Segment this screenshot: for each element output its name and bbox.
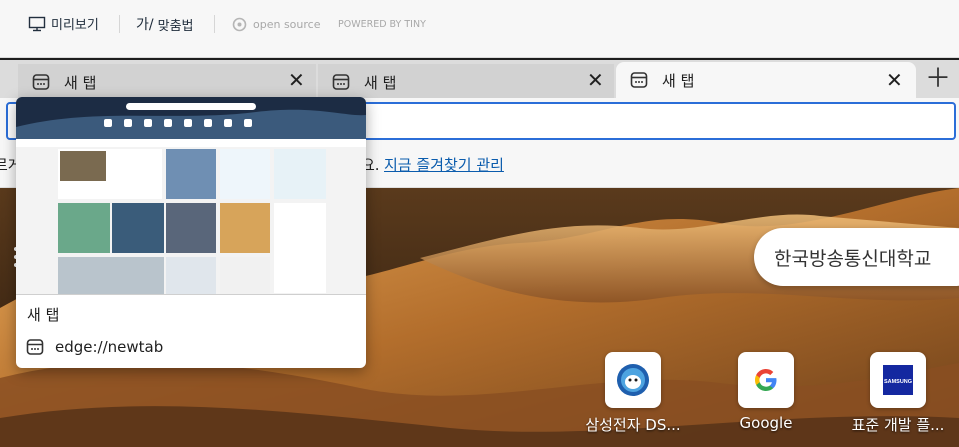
new-tab-icon xyxy=(26,339,44,355)
quick-link-google[interactable]: Google xyxy=(701,352,831,432)
svg-text:SAMSUNG: SAMSUNG xyxy=(884,379,912,385)
samsung-logo-icon: SAMSUNG xyxy=(870,352,926,408)
quick-link-standard-dev[interactable]: SAMSUNG 표준 개발 플... xyxy=(833,352,959,435)
monitor-icon xyxy=(28,16,46,31)
editor-toolbar: 미리보기 가/ 맞춤법 open source POWERED BY TINY xyxy=(0,0,959,58)
preview-button[interactable]: 미리보기 xyxy=(28,14,99,33)
tab-new-tab-1[interactable]: 새 탭 ✕ xyxy=(18,64,316,100)
open-source-label: open source xyxy=(253,18,321,31)
hover-card-url-row: edge://newtab xyxy=(26,338,163,356)
web-search-box[interactable]: 한국방송통신대학교 xyxy=(754,228,959,286)
open-source-link[interactable]: open source xyxy=(232,17,320,32)
close-tab-icon[interactable]: ✕ xyxy=(288,70,305,90)
quick-link-label: 삼성전자 DS... xyxy=(585,416,681,434)
new-tab-icon xyxy=(332,74,350,90)
powered-by-label: POWERED BY TINY xyxy=(338,19,426,30)
toolbar-divider xyxy=(119,15,120,33)
tab-title: 새 탭 xyxy=(64,74,97,92)
preview-label: 미리보기 xyxy=(51,18,99,33)
manage-favorites-link[interactable]: 지금 즐겨찾기 관리 xyxy=(384,154,504,175)
search-input-text: 한국방송통신대학교 xyxy=(774,248,932,270)
tab-strip: 새 탭 ✕ 새 탭 ✕ 새 탭 ✕ ＋ xyxy=(0,58,959,100)
quick-link-label: 표준 개발 플... xyxy=(851,416,945,434)
samsung-ds-icon xyxy=(605,352,661,408)
new-tab-icon xyxy=(630,72,648,88)
hover-card-title: 새 탭 xyxy=(27,306,60,324)
tab-title: 새 탭 xyxy=(662,72,695,90)
close-tab-icon[interactable]: ✕ xyxy=(587,70,604,90)
new-tab-icon xyxy=(32,74,50,90)
quick-link-label: Google xyxy=(739,414,793,432)
spellcheck-icon: 가/ xyxy=(136,17,154,33)
tab-title: 새 탭 xyxy=(364,74,397,92)
toolbar-divider xyxy=(214,15,215,33)
quick-link-samsung-ds[interactable]: 삼성전자 DS... xyxy=(568,352,698,435)
new-tab-plus-icon[interactable]: ＋ xyxy=(925,66,951,92)
close-tab-icon[interactable]: ✕ xyxy=(886,70,903,90)
spellcheck-button[interactable]: 가/ 맞춤법 xyxy=(136,14,194,34)
tab-new-tab-2[interactable]: 새 탭 ✕ xyxy=(318,64,614,100)
open-source-icon xyxy=(232,17,247,32)
tab-preview-thumbnail xyxy=(16,97,366,295)
google-icon xyxy=(738,352,794,408)
spellcheck-label: 맞춤법 xyxy=(157,18,194,34)
tab-new-tab-3[interactable]: 새 탭 ✕ xyxy=(616,62,916,100)
hover-card-url: edge://newtab xyxy=(55,338,164,356)
tab-hover-card: 새 탭 edge://newtab xyxy=(16,97,366,368)
